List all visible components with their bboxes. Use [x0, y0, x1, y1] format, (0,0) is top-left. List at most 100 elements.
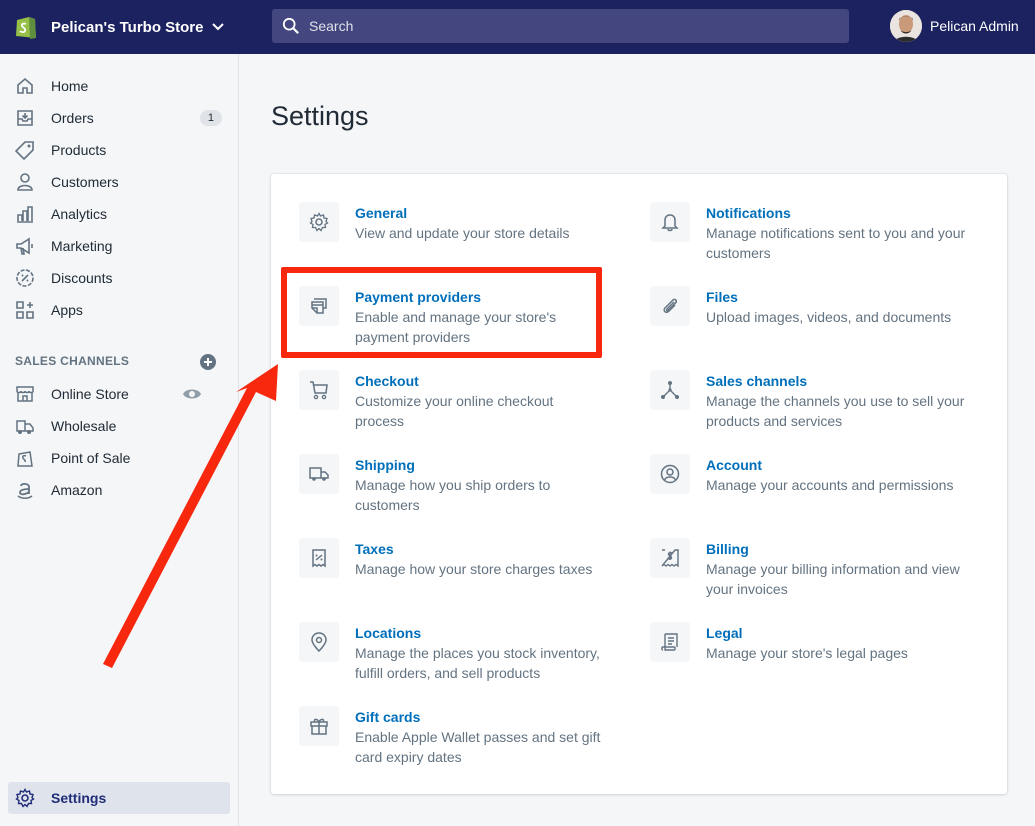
- setting-title[interactable]: Files: [706, 287, 951, 307]
- sidebar-item-home[interactable]: Home: [8, 70, 230, 102]
- setting-icon-box: [299, 538, 339, 578]
- location-pin-icon: [311, 632, 327, 652]
- setting-account[interactable]: Account Manage your accounts and permiss…: [650, 454, 980, 495]
- setting-icon-box: [650, 622, 690, 662]
- setting-locations[interactable]: Locations Manage the places you stock in…: [299, 622, 629, 683]
- eye-icon[interactable]: [182, 384, 202, 404]
- setting-title[interactable]: Sales channels: [706, 371, 964, 391]
- home-icon: [17, 77, 33, 94]
- setting-payment-providers[interactable]: Payment providers Enable and manage your…: [299, 286, 629, 347]
- setting-description: Manage the channels you use to sell your: [706, 393, 965, 409]
- setting-title[interactable]: Account: [706, 455, 953, 475]
- setting-title[interactable]: Legal: [706, 623, 908, 643]
- user-menu[interactable]: Pelican Admin: [890, 10, 1019, 42]
- store-switcher[interactable]: Pelican's Turbo Store: [0, 0, 272, 54]
- setting-description: card expiry dates: [355, 749, 462, 765]
- setting-description: View and update your store details: [355, 225, 570, 241]
- setting-general[interactable]: General View and update your store detai…: [299, 202, 629, 243]
- sidebar-item-label: Marketing: [51, 238, 113, 254]
- store-name: Pelican's Turbo Store: [51, 18, 204, 36]
- setting-title[interactable]: Locations: [355, 623, 600, 643]
- setting-description: Upload images, videos, and documents: [706, 309, 952, 325]
- search-input[interactable]: [309, 18, 829, 34]
- legal-document-icon: [661, 633, 678, 651]
- sidebar-item-settings[interactable]: Settings: [8, 782, 230, 814]
- paperclip-icon: [663, 298, 677, 314]
- sales-channels-heading: SALES CHANNELS: [15, 354, 130, 368]
- billing-icon: [661, 549, 679, 568]
- setting-title[interactable]: Notifications: [706, 203, 965, 223]
- setting-sales-channels[interactable]: Sales channels Manage the channels you u…: [650, 370, 980, 431]
- sidebar-item-label: Analytics: [51, 206, 108, 222]
- amazon-icon: [17, 482, 33, 499]
- setting-title[interactable]: Gift cards: [355, 707, 600, 727]
- setting-icon-box: [299, 286, 339, 326]
- sidebar-item-discounts[interactable]: Discounts: [8, 262, 230, 294]
- add-channel-icon[interactable]: [199, 353, 217, 371]
- sidebar-item-apps[interactable]: Apps: [8, 294, 230, 326]
- tag-icon: [15, 141, 34, 160]
- setting-description: products and services: [706, 413, 843, 429]
- sidebar-item-customers[interactable]: Customers: [8, 166, 230, 198]
- network-icon: [661, 381, 679, 399]
- sidebar-item-point-of-sale[interactable]: Point of Sale: [8, 442, 230, 474]
- search-icon: [282, 17, 299, 34]
- person-icon: [17, 173, 33, 191]
- setting-title[interactable]: Checkout: [355, 371, 553, 391]
- setting-files[interactable]: Files Upload images, videos, and documen…: [650, 286, 980, 327]
- sidebar-item-label: Settings: [51, 790, 107, 806]
- top-bar: Pelican's Turbo Store Pelican Admin: [0, 0, 1035, 54]
- gift-icon: [310, 718, 328, 735]
- setting-icon-box: [650, 370, 690, 410]
- setting-description: Enable Apple Wallet passes and set gift: [355, 729, 601, 745]
- setting-title[interactable]: General: [355, 203, 570, 223]
- sidebar-item-label: Products: [51, 142, 107, 158]
- chevron-down-icon: [211, 23, 224, 31]
- sidebar-item-marketing[interactable]: Marketing: [8, 230, 230, 262]
- sidebar-item-wholesale[interactable]: Wholesale: [8, 410, 230, 442]
- receipt-percent-icon: [312, 549, 326, 568]
- setting-icon-box: [650, 538, 690, 578]
- setting-description: Enable and manage your store's: [355, 309, 557, 325]
- setting-billing[interactable]: Billing Manage your billing information …: [650, 538, 980, 599]
- setting-icon-box: [299, 202, 339, 242]
- setting-description: Manage the places you stock inventory,: [355, 645, 600, 661]
- apps-icon: [16, 301, 34, 319]
- sidebar-item-label: Wholesale: [51, 418, 117, 434]
- store-icon: [16, 386, 34, 402]
- setting-description: payment providers: [355, 329, 471, 345]
- setting-taxes[interactable]: Taxes Manage how your store charges taxe…: [299, 538, 629, 579]
- setting-icon-box: [299, 706, 339, 746]
- setting-icon-box: [650, 202, 690, 242]
- setting-title[interactable]: Billing: [706, 539, 960, 559]
- sidebar-item-analytics[interactable]: Analytics: [8, 198, 230, 230]
- sidebar-item-online-store[interactable]: Online Store: [8, 378, 230, 410]
- setting-title[interactable]: Shipping: [355, 455, 550, 475]
- setting-description: Manage how you ship orders to: [355, 477, 551, 493]
- setting-icon-box: [299, 370, 339, 410]
- setting-description: process: [355, 413, 405, 429]
- page-title: Settings: [271, 101, 369, 131]
- orders-count-badge: 1: [199, 110, 222, 126]
- bell-icon: [661, 214, 679, 232]
- sidebar-item-orders[interactable]: Orders 1: [8, 102, 230, 134]
- setting-checkout[interactable]: Checkout Customize your online checkout …: [299, 370, 629, 431]
- setting-icon-box: [299, 622, 339, 662]
- setting-legal[interactable]: Legal Manage your store's legal pages: [650, 622, 980, 663]
- sidebar-item-label: Point of Sale: [51, 450, 131, 466]
- settings-card: General View and update your store detai…: [271, 174, 1007, 794]
- sidebar-item-label: Discounts: [51, 270, 113, 286]
- setting-title[interactable]: Payment providers: [355, 287, 556, 307]
- setting-title[interactable]: Taxes: [355, 539, 592, 559]
- setting-description: customers: [355, 497, 420, 513]
- search-bar[interactable]: [272, 9, 849, 43]
- sidebar-item-products[interactable]: Products: [8, 134, 230, 166]
- sidebar-item-label: Amazon: [51, 482, 103, 498]
- setting-description: fulfill orders, and sell products: [355, 665, 541, 681]
- setting-description: Manage your store's legal pages: [706, 645, 908, 661]
- setting-notifications[interactable]: Notifications Manage notifications sent …: [650, 202, 980, 263]
- setting-gift-cards[interactable]: Gift cards Enable Apple Wallet passes an…: [299, 706, 629, 767]
- sidebar-item-amazon[interactable]: Amazon: [8, 474, 230, 506]
- setting-description: your invoices: [706, 581, 788, 597]
- setting-shipping[interactable]: Shipping Manage how you ship orders to c…: [299, 454, 629, 515]
